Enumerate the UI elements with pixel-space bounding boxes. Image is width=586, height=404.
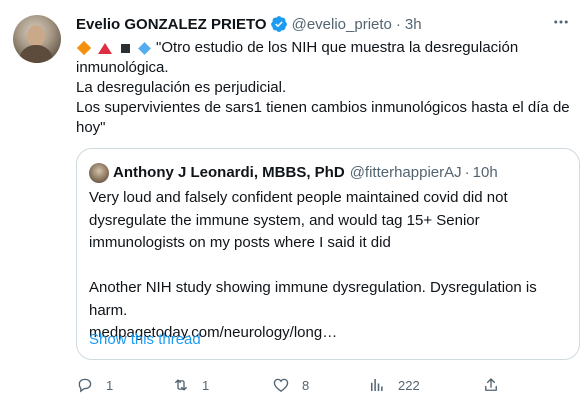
- quoted-text-line-3: immunologists on my posts where I said i…: [89, 234, 391, 251]
- like-button[interactable]: 8: [272, 375, 309, 395]
- tweet-card[interactable]: Evelio GONZALEZ PRIETO @evelio_prieto · …: [0, 0, 586, 404]
- tweet-text-line-3: La desregulación es perjudicial.: [76, 79, 287, 96]
- quoted-text-line-6: harm.: [89, 301, 128, 319]
- reply-count: 1: [106, 377, 114, 393]
- retweet-count: 1: [202, 377, 210, 393]
- author-handle[interactable]: @evelio_prieto: [292, 16, 392, 33]
- quoted-tweet-header: Anthony J Leonardi, MBBS, PhD @fitterhap…: [113, 161, 498, 183]
- views-button[interactable]: 222: [368, 375, 420, 395]
- tweet-actions-bar: 1 1 8 222: [76, 375, 506, 395]
- more-options-icon[interactable]: [550, 13, 572, 31]
- share-icon: [485, 378, 497, 391]
- share-button[interactable]: [482, 375, 512, 395]
- quoted-text-line-1: Very loud and falsely confident people m…: [89, 189, 508, 206]
- tweet-text-line-4: Los supervivientes de sars1 tienen cambi…: [76, 99, 570, 116]
- like-count: 8: [302, 377, 310, 393]
- reply-icon: [78, 378, 92, 393]
- author-avatar[interactable]: [13, 15, 61, 63]
- tweet-text-line-1-content: "Otro estudio de los NIH que muestra la …: [156, 39, 519, 56]
- tweet-timestamp[interactable]: 3h: [405, 16, 422, 33]
- quoted-tweet-timestamp[interactable]: 10h: [473, 164, 498, 181]
- large-orange-diamond-icon: [76, 40, 92, 56]
- tweet-text-line-5: hoy": [76, 119, 106, 136]
- avatar-face: [27, 25, 45, 47]
- show-this-thread-link[interactable]: Show this thread: [89, 331, 201, 348]
- verified-badge-icon: [270, 16, 287, 32]
- analytics-icon: [371, 379, 383, 391]
- quoted-tweet-text: Very loud and falsely confident people m…: [89, 187, 569, 345]
- quoted-author-avatar[interactable]: [89, 163, 109, 183]
- quoted-text-line-2: dysregulate the immune system, and would…: [89, 211, 480, 229]
- view-count: 222: [398, 377, 420, 393]
- retweet-button[interactable]: 1: [172, 375, 209, 395]
- red-triangle-icon: [98, 42, 112, 54]
- author-name[interactable]: Evelio GONZALEZ PRIETO: [76, 16, 267, 33]
- quoted-text-line-5: Another NIH study showing immune dysregu…: [89, 279, 537, 296]
- black-small-square-icon: [121, 43, 130, 53]
- avatar-body: [19, 45, 53, 63]
- quoted-author-handle[interactable]: @fitterhappierAJ: [350, 164, 462, 181]
- header-separator: ·: [395, 15, 401, 33]
- quoted-header-separator: ·: [464, 163, 470, 181]
- tweet-text: "Otro estudio de los NIH que muestra la …: [76, 38, 576, 138]
- quoted-tweet[interactable]: Anthony J Leonardi, MBBS, PhD @fitterhap…: [76, 148, 580, 360]
- quoted-author-name[interactable]: Anthony J Leonardi, MBBS, PhD: [113, 164, 345, 181]
- heart-icon: [273, 378, 289, 392]
- quoted-text-blank-line: [89, 255, 569, 278]
- reply-button[interactable]: 1: [76, 375, 113, 395]
- small-blue-diamond-icon: [138, 41, 151, 55]
- tweet-header: Evelio GONZALEZ PRIETO @evelio_prieto · …: [76, 13, 422, 35]
- tweet-text-line-1: "Otro estudio de los NIH que muestra la …: [76, 38, 576, 58]
- tweet-text-line-2: inmunológica.: [76, 59, 169, 76]
- retweet-icon: [175, 379, 187, 391]
